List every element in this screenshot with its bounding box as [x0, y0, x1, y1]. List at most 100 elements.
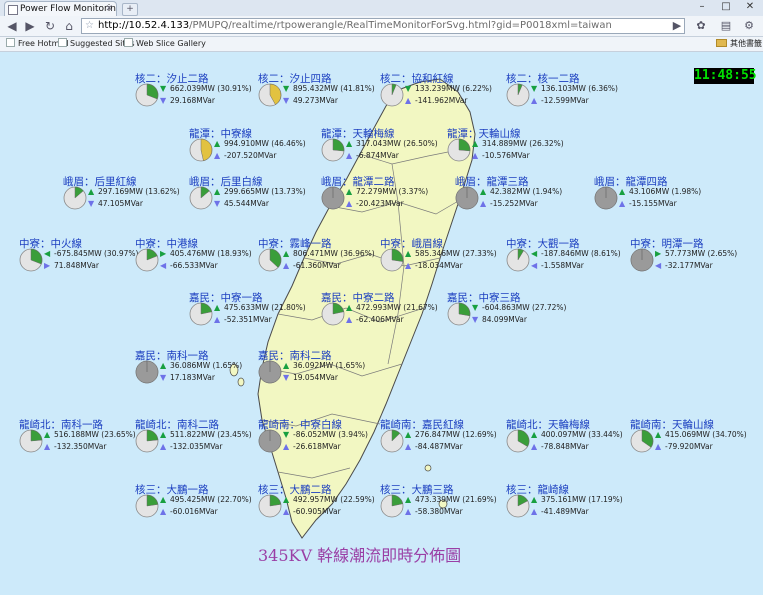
reload-icon[interactable]: ↻ [42, 18, 58, 34]
mw-row: ▲ 516.188MW (23.65%) [44, 430, 136, 439]
load-pie-chart [630, 429, 654, 453]
mvar-flow-arrow-icon: ◀ [655, 261, 662, 270]
pie-load-slice [455, 186, 479, 210]
new-tab-button[interactable]: + [122, 3, 138, 16]
browser-tab[interactable]: Power Flow Monitoring ✕ [4, 1, 117, 16]
mvar-flow-arrow-icon: ▲ [531, 507, 538, 516]
maximize-icon[interactable]: □ [714, 0, 738, 14]
mvar-value: -12.599MVar [541, 96, 589, 105]
mvar-flow-arrow-icon: ▲ [655, 442, 662, 451]
mvar-row: ▼ 84.099MVar [472, 315, 527, 324]
wrench-icon[interactable]: ⚙ [741, 18, 757, 34]
tab-close-icon[interactable]: ✕ [105, 2, 113, 16]
mw-value: 36.086MW (1.65%) [170, 361, 243, 370]
load-pie-chart [447, 138, 471, 162]
mvar-row: ◀ -32.177MVar [655, 261, 713, 270]
pie-load-slice [146, 429, 159, 442]
mw-value: 511.822MW (23.45%) [170, 430, 252, 439]
mw-flow-arrow-icon: ▲ [531, 495, 538, 504]
mvar-flow-arrow-icon: ▲ [480, 199, 487, 208]
forward-icon[interactable]: ▶ [22, 18, 38, 34]
mw-flow-arrow-icon: ▲ [472, 139, 479, 148]
pie-load-slice [135, 360, 159, 384]
mw-value: 472.993MW (21.67%) [356, 303, 438, 312]
mvar-flow-arrow-icon: ▼ [160, 373, 167, 382]
mw-row: ▼ -604.863MW (27.72%) [472, 303, 566, 312]
load-pie-chart [258, 83, 282, 107]
mvar-value: -41.489MVar [541, 507, 589, 516]
bookmark-web-slice-gallery[interactable]: Web Slice Gallery [124, 37, 206, 51]
mw-flow-arrow-icon: ▲ [88, 187, 95, 196]
mw-flow-arrow-icon: ▶ [655, 249, 662, 258]
pie-load-slice [30, 429, 43, 442]
load-pie-chart [258, 429, 282, 453]
mw-value: 42.382MW (1.94%) [490, 187, 563, 196]
mvar-value: -78.848MVar [541, 442, 589, 451]
line-readout: 核三：龍崎線 ▲ 375.161MW (17.19%) ▲ -41.489MVar [506, 482, 630, 532]
mvar-flow-arrow-icon: ▼ [283, 96, 290, 105]
mw-row: ▲ 495.425MW (22.70%) [160, 495, 252, 504]
page-favicon-icon [8, 5, 18, 15]
line-readout: 龍崎南：中寮白線 ▼ -86.052MW (3.94%) ▲ -26.618MVar [258, 417, 382, 467]
mvar-value: -141.962MVar [415, 96, 468, 105]
bookmark-page-icon [6, 38, 15, 47]
other-bookmarks[interactable]: 其他書籤 [716, 37, 762, 51]
address-bar[interactable]: ☆ http://10.52.4.133/PMUPQ/realtime/rtpo… [81, 18, 685, 34]
bookmark-star-icon[interactable]: ☆ [85, 19, 94, 33]
mvar-flow-arrow-icon: ◀ [531, 261, 538, 270]
mvar-flow-arrow-icon: ▲ [44, 442, 51, 451]
mvar-row: ▲ -207.520MVar [214, 151, 276, 160]
mvar-value: 19.054MVar [293, 373, 338, 382]
mw-flow-arrow-icon: ▼ [472, 303, 479, 312]
line-readout: 嘉民：南科一路 ▲ 36.086MW (1.65%) ▼ 17.183MVar [135, 348, 259, 398]
pie-load-slice [458, 302, 471, 317]
mvar-flow-arrow-icon: ▲ [160, 507, 167, 516]
load-pie-chart [321, 138, 345, 162]
browser-toolbar: ◀ ▶ ↻ ⌂ ☆ http://10.52.4.133/PMUPQ/realt… [0, 16, 763, 37]
mw-row: ▲ 585.346MW (27.33%) [405, 249, 497, 258]
line-readout: 龍潭：天輪山線 ▲ 314.889MW (26.32%) ▲ -10.576MVar [447, 126, 571, 176]
mw-flow-arrow-icon: ▼ [531, 84, 538, 93]
mw-row: ▲ 36.092MW (1.65%) [283, 361, 365, 370]
mw-value: 895.432MW (41.81%) [293, 84, 375, 93]
close-window-icon[interactable]: ✕ [738, 0, 762, 14]
mw-value: 516.188MW (23.65%) [54, 430, 136, 439]
load-pie-chart [19, 429, 43, 453]
home-icon[interactable]: ⌂ [61, 18, 77, 34]
mw-value: 475.633MW (21.80%) [224, 303, 306, 312]
minimize-icon[interactable]: – [690, 0, 714, 14]
line-readout: 中寮：霧峰一路 ▲ 806.471MW (36.96%) ▲ -61.360MVar [258, 236, 382, 286]
mvar-value: -15.155MVar [629, 199, 677, 208]
go-icon[interactable]: ▶ [669, 18, 685, 34]
mw-value: 994.910MW (46.46%) [224, 139, 306, 148]
back-icon[interactable]: ◀ [4, 18, 20, 34]
mw-row: ▲ 806.471MW (36.96%) [283, 249, 375, 258]
mw-row: ▲ 42.382MW (1.94%) [480, 187, 562, 196]
mvar-row: ▲ -12.599MVar [531, 96, 589, 105]
mw-flow-arrow-icon: ▲ [531, 430, 538, 439]
mvar-row: ▲ -132.350MVar [44, 442, 106, 451]
mw-value: 473.339MW (21.69%) [415, 495, 497, 504]
mw-flow-arrow-icon: ▼ [283, 84, 290, 93]
mw-flow-arrow-icon: ▲ [405, 495, 412, 504]
mvar-row: ▲ -84.487MVar [405, 442, 463, 451]
page-menu-icon[interactable]: ▤ [718, 18, 734, 34]
line-readout: 峨眉：龍潭三路 ▲ 42.382MW (1.94%) ▲ -15.252MVar [455, 174, 579, 224]
mvar-row: ▲ -41.489MVar [531, 507, 589, 516]
mvar-row: ▼ 19.054MVar [283, 373, 338, 382]
mvar-value: 45.544MVar [224, 199, 269, 208]
mvar-value: 29.168MVar [170, 96, 215, 105]
mw-value: 415.069MW (34.70%) [665, 430, 747, 439]
mvar-value: -66.533MVar [170, 261, 218, 270]
mvar-row: ▲ -60.905MVar [283, 507, 341, 516]
mvar-flow-arrow-icon: ▼ [214, 199, 221, 208]
mw-flow-arrow-icon: ◀ [531, 249, 538, 258]
mw-flow-arrow-icon: ▲ [160, 495, 167, 504]
extension-icon[interactable]: ✿ [693, 18, 709, 34]
mvar-value: 47.105MVar [98, 199, 143, 208]
mvar-row: ▲ -78.848MVar [531, 442, 589, 451]
pie-load-slice [269, 494, 282, 507]
mw-flow-arrow-icon: ▲ [405, 430, 412, 439]
mvar-flow-arrow-icon: ▲ [405, 507, 412, 516]
line-readout: 核二：協和紅線 ▼ 133.239MW (6.22%) ▲ -141.962MVar [380, 71, 504, 121]
